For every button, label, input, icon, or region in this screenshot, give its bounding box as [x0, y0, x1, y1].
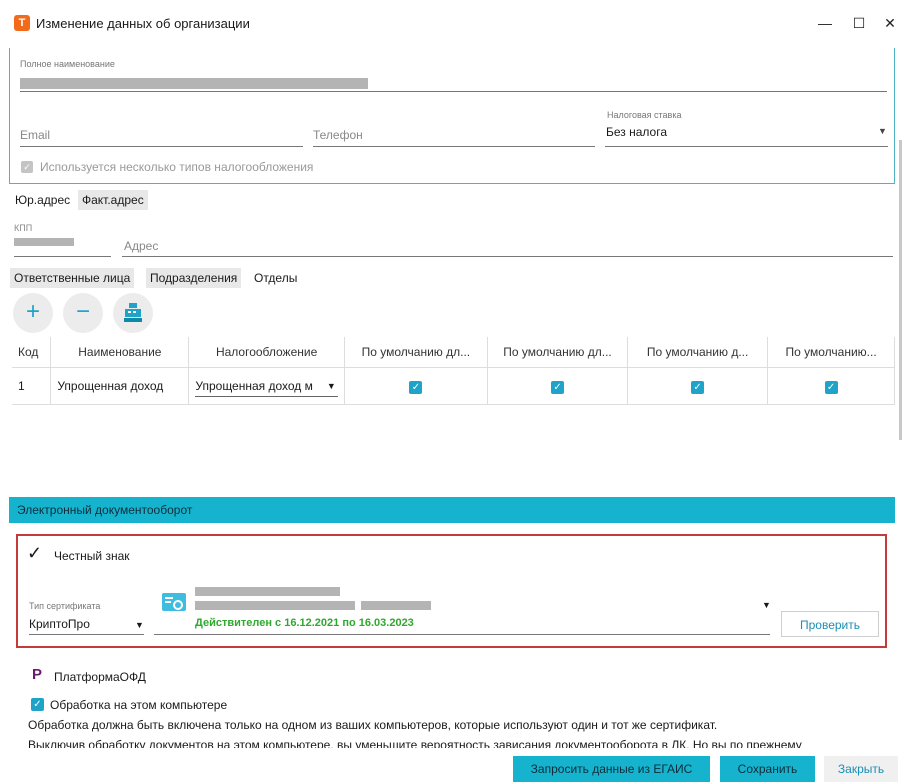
chevron-down-icon[interactable]: ▼: [762, 600, 771, 610]
info-text-line-2: Выключив обработку документов на этом ко…: [28, 738, 802, 748]
scrollbar[interactable]: [899, 140, 902, 440]
kpp-label: КПП: [14, 223, 33, 233]
cell-default-1[interactable]: ✓: [344, 367, 488, 405]
default-2-checkbox[interactable]: ✓: [551, 380, 565, 394]
tab-legal-address[interactable]: Юр.адрес: [11, 190, 74, 210]
table-header-row: Код Наименование Налогообложение По умол…: [12, 337, 895, 368]
chevron-down-icon[interactable]: ▼: [135, 620, 144, 630]
column-header-default-1[interactable]: По умолчанию дл...: [344, 337, 488, 368]
address-placeholder: Адрес: [124, 239, 159, 253]
tab-divisions[interactable]: Подразделения: [146, 268, 242, 288]
kpp-input[interactable]: [14, 256, 111, 257]
tab-actual-address[interactable]: Факт.адрес: [78, 190, 148, 210]
processing-checkbox[interactable]: ✓: [31, 698, 44, 711]
tax-rate-value: Без налога: [606, 125, 668, 139]
maximize-button[interactable]: ☐: [842, 10, 876, 36]
chestny-znak-panel: [16, 534, 887, 648]
cert-owner-redacted: [195, 587, 340, 596]
taxation-select-value: Упрощенная доход м: [195, 378, 313, 393]
check-button[interactable]: Проверить: [781, 611, 879, 637]
save-button[interactable]: Сохранить: [720, 756, 815, 782]
default-3-checkbox[interactable]: ✓: [691, 380, 705, 394]
platforma-ofd-logo-icon: Р: [32, 666, 43, 683]
tab-departments[interactable]: Отделы: [250, 268, 301, 288]
column-header-default-4[interactable]: По умолчанию...: [767, 337, 895, 368]
window-title: Изменение данных об организации: [36, 16, 250, 31]
cash-register-icon: [124, 303, 142, 322]
cash-register-button[interactable]: [113, 293, 153, 333]
tab-responsible-persons[interactable]: Ответственные лица: [10, 268, 135, 288]
phone-placeholder: Телефон: [313, 128, 363, 142]
full-name-label: Полное наименование: [20, 59, 115, 69]
app-logo-icon: Т: [14, 15, 30, 31]
kpp-redacted: [14, 238, 74, 246]
table-row[interactable]: 1 Упрощенная доход Упрощенная доход м ▼ …: [12, 367, 895, 405]
cert-type-value: КриптоПро: [29, 617, 90, 631]
phone-input[interactable]: [313, 146, 595, 147]
email-input[interactable]: [20, 146, 303, 147]
cell-code: 1: [12, 367, 52, 405]
chevron-down-icon[interactable]: ▼: [323, 375, 336, 396]
multi-tax-checkbox[interactable]: ✓: [21, 161, 33, 173]
tax-rate-label: Налоговая ставка: [607, 110, 682, 120]
close-button[interactable]: ✕: [873, 10, 903, 36]
default-4-checkbox[interactable]: ✓: [824, 380, 838, 394]
column-header-taxation[interactable]: Налогообложение: [188, 337, 345, 368]
close-dialog-button[interactable]: Закрыть: [824, 756, 898, 782]
platforma-ofd-label: ПлатформаОФД: [54, 670, 146, 684]
cell-name: Упрощенная доход: [50, 367, 190, 405]
cert-org-redacted: [195, 601, 355, 610]
full-name-redacted: [20, 78, 368, 89]
cell-taxation[interactable]: Упрощенная доход м ▼: [188, 367, 345, 405]
cert-type-select[interactable]: [29, 634, 144, 635]
processing-label: Обработка на этом компьютере: [50, 698, 228, 712]
column-header-name[interactable]: Наименование: [50, 337, 190, 368]
cell-default-3[interactable]: ✓: [627, 367, 769, 405]
full-name-input[interactable]: [20, 91, 887, 92]
chestny-znak-label: Честный знак: [54, 549, 130, 563]
multi-tax-label: Используется несколько типов налогооблож…: [40, 160, 314, 174]
address-input[interactable]: [122, 256, 893, 257]
info-text-line-1: Обработка должна быть включена только на…: [28, 718, 718, 732]
minimize-button[interactable]: —: [808, 10, 842, 36]
checkmark-icon: ✓: [27, 543, 43, 563]
cert-inn-redacted: [361, 601, 431, 610]
cell-default-2[interactable]: ✓: [487, 367, 629, 405]
column-header-code[interactable]: Код: [12, 337, 52, 368]
column-header-default-2[interactable]: По умолчанию дл...: [487, 337, 629, 368]
cell-default-4[interactable]: ✓: [767, 367, 895, 405]
column-header-default-3[interactable]: По умолчанию д...: [627, 337, 769, 368]
remove-button[interactable]: −: [63, 293, 103, 333]
tax-rate-select[interactable]: [605, 146, 888, 147]
default-1-checkbox[interactable]: ✓: [409, 380, 423, 394]
request-egais-button[interactable]: Запросить данные из ЕГАИС: [513, 756, 710, 782]
departments-table: Код Наименование Налогообложение По умол…: [12, 337, 895, 405]
edo-section-header: Электронный документооборот: [9, 497, 895, 523]
email-placeholder: Email: [20, 128, 51, 142]
add-button[interactable]: +: [13, 293, 53, 333]
certificate-select[interactable]: [154, 634, 770, 635]
chevron-down-icon[interactable]: ▼: [878, 126, 887, 136]
certificate-icon: [162, 593, 186, 611]
cert-type-label: Тип сертификата: [29, 601, 101, 611]
cert-validity-text: Действителен с 16.12.2021 по 16.03.2023: [195, 617, 414, 629]
